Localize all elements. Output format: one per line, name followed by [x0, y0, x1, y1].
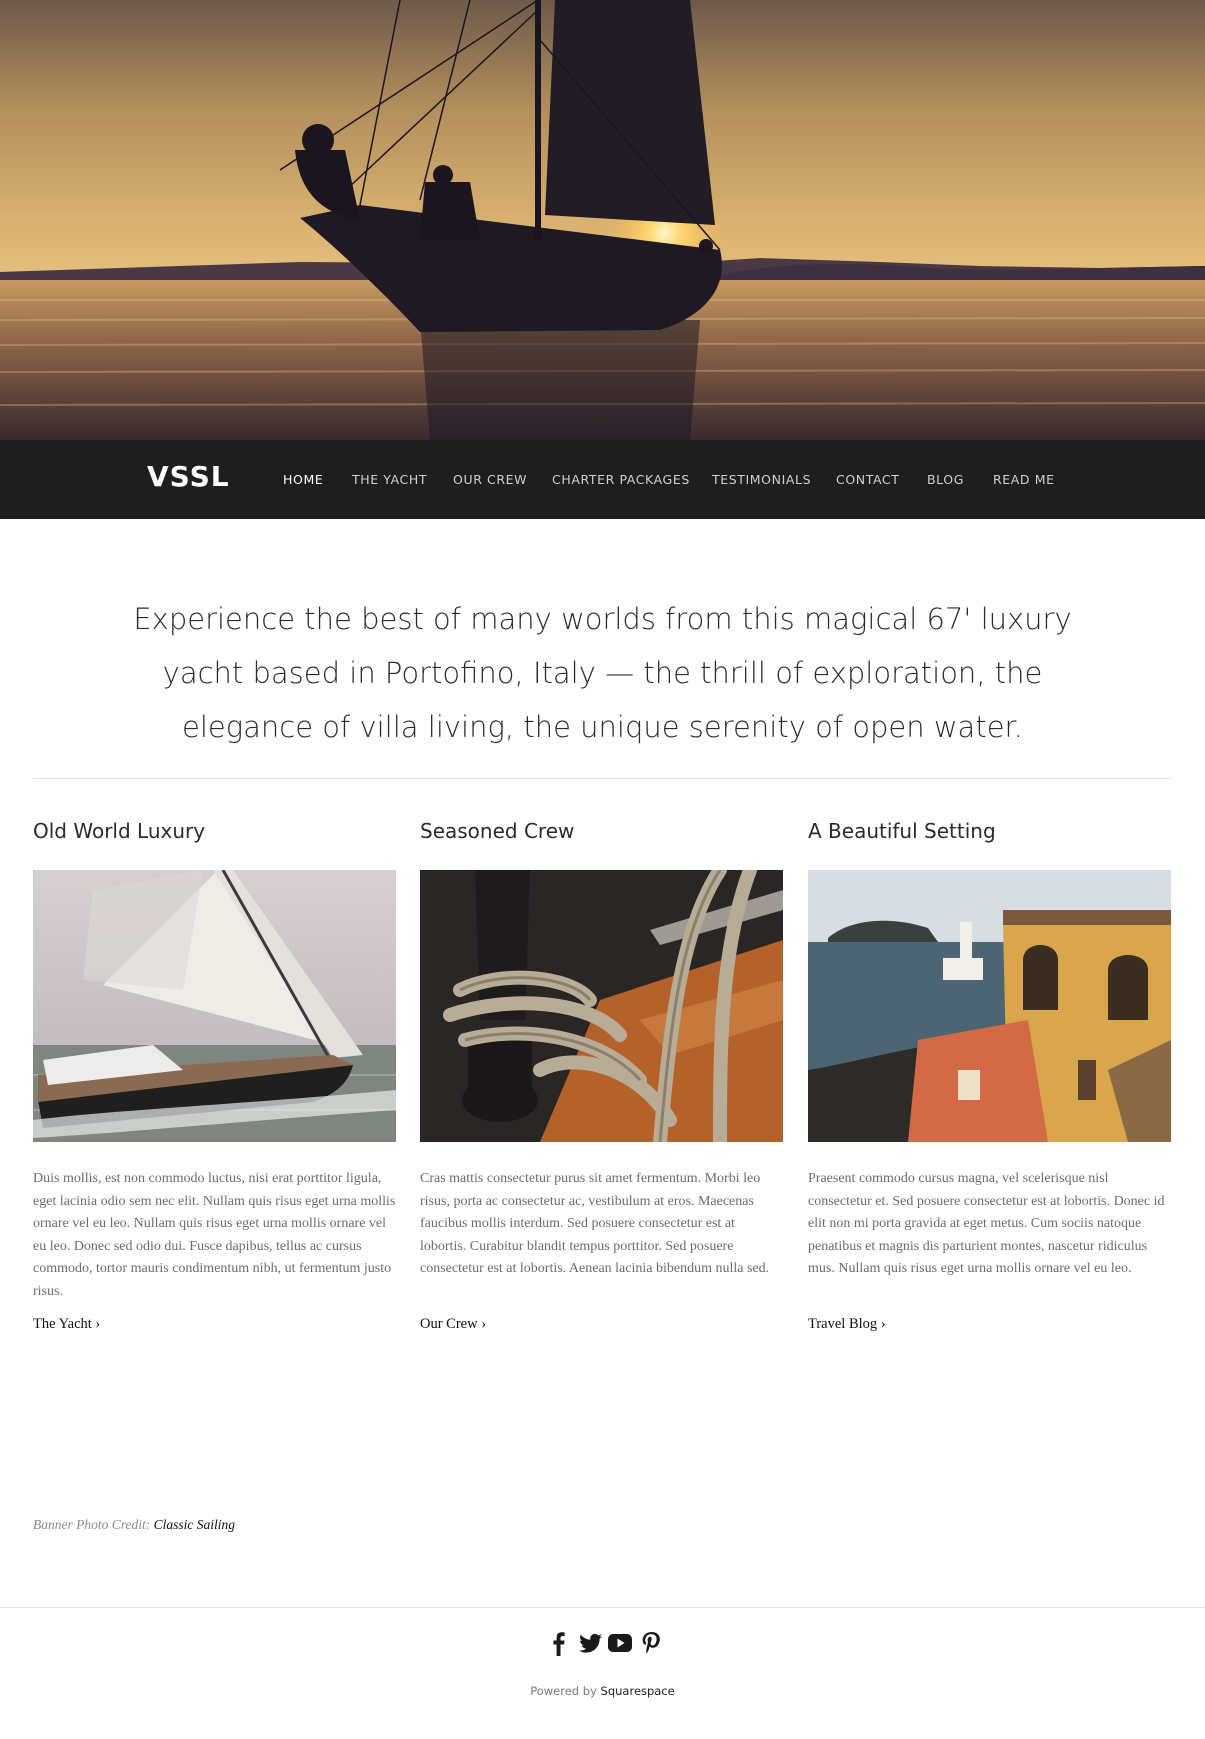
facebook-icon[interactable] [545, 1629, 573, 1657]
feature-column-beautiful-setting: A Beautiful Setting Praesent commodo cur… [808, 816, 1171, 1333]
pinterest-icon[interactable] [637, 1629, 665, 1657]
powered-by-prefix: Powered by [530, 1684, 597, 1698]
intro-statement: Experience the best of many worlds from … [133, 602, 1072, 744]
nav-item-blog[interactable]: BLOG [927, 472, 964, 487]
hero-banner-image [0, 0, 1205, 440]
coastal-villa-photo [808, 870, 1171, 1142]
social-links [545, 1629, 665, 1657]
nav-item-our-crew[interactable]: OUR CREW [453, 472, 527, 487]
footer-divider [0, 1607, 1205, 1608]
nav-menu: HOME THE YACHT OUR CREW CHARTER PACKAGES… [0, 472, 1205, 492]
feature-description: Duis mollis, est non commodo luctus, nis… [33, 1171, 396, 1299]
rope-bollard-photo [420, 870, 783, 1142]
sailing-yacht-photo [33, 870, 396, 1142]
nav-item-charter-packages[interactable]: CHARTER PACKAGES [552, 472, 690, 487]
nav-item-read-me[interactable]: READ ME [993, 472, 1055, 487]
classic-sailing-link[interactable]: Classic Sailing [154, 1517, 235, 1532]
credit-label: Banner Photo Credit: [33, 1517, 151, 1532]
the-yacht-link[interactable]: The Yacht › [33, 1316, 100, 1333]
nav-item-contact[interactable]: CONTACT [836, 472, 899, 487]
feature-title: Old World Luxury [33, 819, 206, 843]
banner-photo-credit: Banner Photo Credit: Classic Sailing [33, 1517, 235, 1533]
feature-column-old-world-luxury: Old World Luxury Duis mollis, est non co… [33, 816, 396, 1333]
our-crew-link[interactable]: Our Crew › [420, 1316, 486, 1333]
main-nav-bar: VSSL HOME THE YACHT OUR CREW CHARTER PAC… [0, 440, 1205, 519]
squarespace-link[interactable]: Squarespace [601, 1684, 675, 1698]
nav-item-the-yacht[interactable]: THE YACHT [352, 472, 427, 487]
nav-item-home[interactable]: HOME [283, 472, 323, 487]
feature-description: Praesent commodo cursus magna, vel scele… [808, 1171, 1165, 1276]
section-divider [33, 778, 1172, 779]
nav-item-testimonials[interactable]: TESTIMONIALS [712, 472, 811, 487]
feature-description: Cras mattis consectetur purus sit amet f… [420, 1171, 770, 1276]
twitter-icon[interactable] [576, 1629, 604, 1657]
powered-by-text: Powered by Squarespace [0, 1684, 1205, 1698]
feature-title: A Beautiful Setting [808, 819, 996, 843]
youtube-icon[interactable] [606, 1629, 634, 1657]
travel-blog-link[interactable]: Travel Blog › [808, 1316, 886, 1333]
feature-column-seasoned-crew: Seasoned Crew Cras mattis consectetur pu… [420, 816, 783, 1333]
feature-title: Seasoned Crew [420, 819, 575, 843]
